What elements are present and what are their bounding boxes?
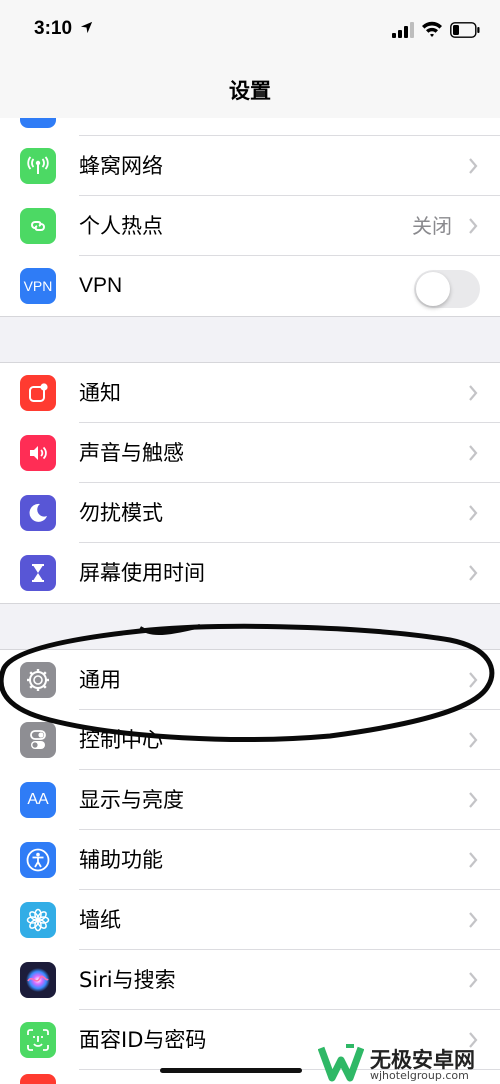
vpn-icon-text: VPN: [23, 278, 53, 294]
settings-row-label: 个人热点: [79, 214, 163, 238]
home-indicator[interactable]: [160, 1068, 302, 1073]
chevron-right-icon: [469, 565, 478, 581]
wallpaper-flower-icon: [20, 902, 56, 938]
settings-row-label: 蜂窝网络: [79, 154, 163, 178]
display-icon-text: AA: [27, 791, 49, 808]
settings-row-label: Siri与搜索: [79, 968, 176, 992]
settings-row-vpn: VPN VPN: [0, 256, 500, 316]
settings-row-screen-time[interactable]: 屏幕使用时间: [0, 543, 500, 603]
chevron-right-icon: [469, 218, 478, 234]
chevron-right-icon: [469, 912, 478, 928]
chevron-right-icon: [469, 732, 478, 748]
hotspot-link-icon: [20, 208, 56, 244]
settings-row-general[interactable]: 通用: [0, 650, 500, 710]
settings-row-siri[interactable]: Siri与搜索: [0, 950, 500, 1010]
settings-group-notifications: 通知 声音与触感 勿扰模式 屏幕使用时间: [0, 363, 500, 603]
navigation-bar: 设置: [0, 60, 500, 119]
watermark-subtext: wjhotelgroup.com: [370, 1069, 469, 1082]
gear-icon: [20, 662, 56, 698]
settings-group-connectivity: 蜂窝网络 个人热点 关闭 VPN VPN: [0, 136, 500, 316]
settings-row-label: 通知: [79, 381, 121, 405]
accessibility-icon: [20, 842, 56, 878]
settings-row-notifications[interactable]: 通知: [0, 363, 500, 423]
settings-row-label: 墙纸: [79, 908, 121, 932]
chevron-right-icon: [469, 158, 478, 174]
face-id-icon: [20, 1022, 56, 1058]
chevron-right-icon: [469, 792, 478, 808]
watermark: 无极安卓网 wjhotelgroup.com: [318, 1038, 500, 1084]
display-brightness-icon: AA: [20, 782, 56, 818]
vpn-toggle[interactable]: [414, 270, 480, 308]
chevron-right-icon: [469, 505, 478, 521]
page-title: 设置: [229, 79, 271, 103]
chevron-right-icon: [469, 852, 478, 868]
cellular-signal-icon: [392, 22, 414, 38]
settings-row-cellular[interactable]: 蜂窝网络: [0, 136, 500, 196]
bluetooth-icon: [20, 118, 56, 128]
siri-icon: [20, 962, 56, 998]
hourglass-icon: [20, 555, 56, 591]
location-arrow-icon: [80, 21, 93, 34]
settings-row-accessibility[interactable]: 辅助功能: [0, 830, 500, 890]
status-bar: 3:10: [0, 0, 500, 60]
status-time: 3:10: [34, 18, 73, 39]
partial-row: [0, 118, 500, 136]
settings-row-hotspot[interactable]: 个人热点 关闭: [0, 196, 500, 256]
settings-row-label: 声音与触感: [79, 441, 184, 465]
notifications-icon: [20, 375, 56, 411]
settings-row-label: 通用: [79, 668, 121, 692]
toggles-icon: [20, 722, 56, 758]
wifi-icon: [422, 21, 442, 37]
watermark-logo: [318, 1044, 364, 1082]
settings-row-label: 屏幕使用时间: [79, 561, 205, 585]
next-row-icon-partial: [20, 1074, 56, 1084]
settings-row-label: 勿扰模式: [79, 501, 163, 525]
settings-row-label: 显示与亮度: [79, 788, 184, 812]
chevron-right-icon: [469, 385, 478, 401]
hotspot-status-value: 关闭: [412, 214, 452, 238]
settings-row-label: 控制中心: [79, 728, 163, 752]
speaker-icon: [20, 435, 56, 471]
chevron-right-icon: [469, 972, 478, 988]
settings-row-label: 辅助功能: [79, 848, 163, 872]
settings-row-label: 面容ID与密码: [79, 1028, 207, 1052]
settings-row-sounds[interactable]: 声音与触感: [0, 423, 500, 483]
settings-row-do-not-disturb[interactable]: 勿扰模式: [0, 483, 500, 543]
battery-icon: [450, 22, 480, 38]
settings-row-control-center[interactable]: 控制中心: [0, 710, 500, 770]
settings-row-wallpaper[interactable]: 墙纸: [0, 890, 500, 950]
settings-row-label: VPN: [79, 274, 123, 297]
moon-icon: [20, 495, 56, 531]
vpn-icon: VPN: [20, 268, 56, 304]
chevron-right-icon: [469, 672, 478, 688]
settings-group-general: 通用 控制中心 AA 显示与亮度 辅助功能 墙纸 Siri与搜索 面容ID与密码: [0, 650, 500, 1084]
chevron-right-icon: [469, 445, 478, 461]
cellular-antenna-icon: [20, 148, 56, 184]
settings-row-display[interactable]: AA 显示与亮度: [0, 770, 500, 830]
